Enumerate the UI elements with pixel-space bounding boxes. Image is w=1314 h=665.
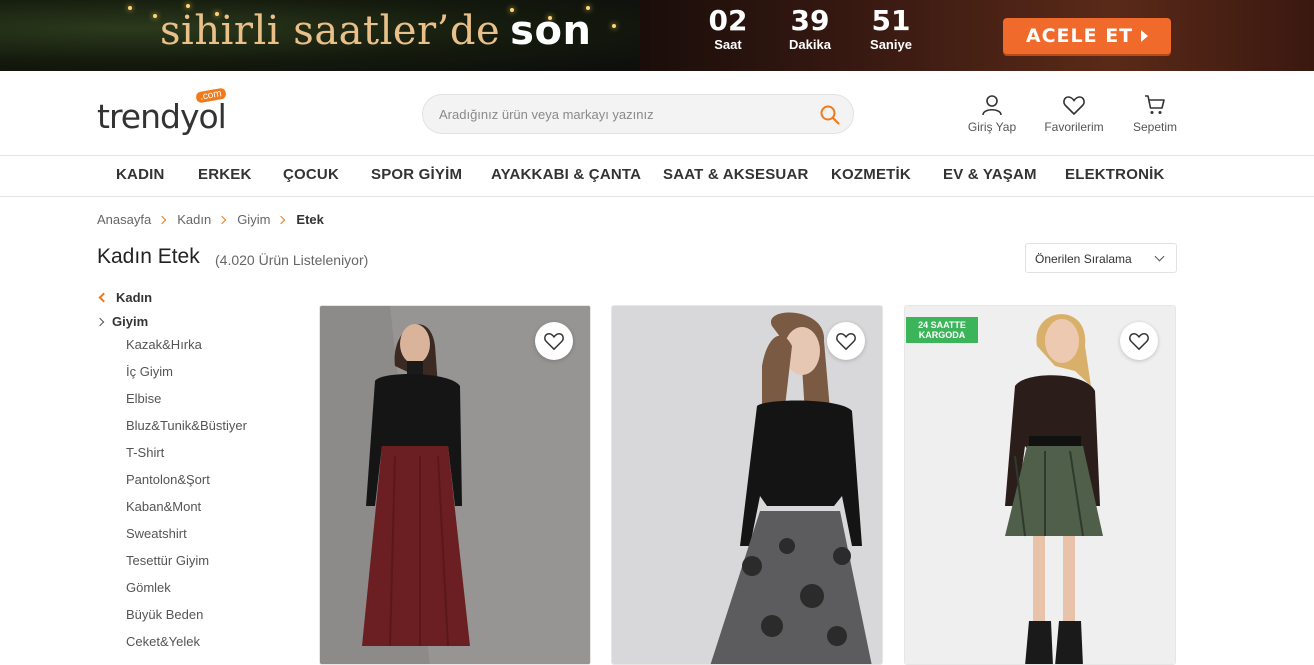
sidebar-item[interactable]: T-Shirt — [126, 445, 247, 472]
breadcrumb-current: Etek — [296, 212, 324, 227]
fast-delivery-badge: 24 SAATTE KARGODA — [906, 317, 978, 343]
sidebar-current-category[interactable]: Giyim — [95, 314, 149, 329]
chevron-right-icon — [277, 215, 286, 224]
countdown-seconds: 51 Saniye — [861, 5, 921, 53]
search-bar — [422, 94, 854, 134]
add-to-favorites-button[interactable] — [827, 322, 865, 360]
user-icon — [982, 95, 1002, 116]
chevron-left-icon — [98, 292, 109, 303]
product-count: (4.020 Ürün Listeleniyor) — [215, 252, 369, 268]
countdown-minutes: 39 Dakika — [780, 5, 840, 53]
sidebar-item[interactable]: Bluz&Tunik&Büstiyer — [126, 418, 247, 445]
countdown-label: Dakika — [789, 37, 831, 52]
breadcrumb: Anasayfa Kadın Giyim Etek — [97, 212, 324, 227]
site-header: trendyol .com Giriş Yap Favorilerim Sepe… — [0, 71, 1314, 156]
sidebar-parent-category[interactable]: Kadın — [97, 290, 152, 305]
countdown-value: 51 — [871, 4, 911, 37]
sidebar-item[interactable]: Kaban&Mont — [126, 499, 247, 526]
chevron-right-icon — [95, 317, 105, 326]
light-decoration — [153, 14, 157, 18]
login-label: Giriş Yap — [967, 120, 1017, 134]
nav-item-saat-aksesuar[interactable]: SAAT & AKSESUAR — [663, 166, 809, 183]
sort-selected-value: Önerilen Sıralama — [1035, 252, 1132, 266]
chevron-right-icon — [157, 215, 167, 224]
heart-icon — [1129, 332, 1149, 351]
sidebar-subcategory-list: Kazak&Hırka İç Giyim Elbise Bluz&Tunik&B… — [126, 337, 247, 661]
nav-item-spor-giyim[interactable]: SPOR GİYİM — [371, 166, 462, 183]
product-card[interactable]: 24 SAATTE KARGODA — [904, 305, 1176, 665]
nav-item-kozmetik[interactable]: KOZMETİK — [831, 166, 911, 183]
favorites-label: Favorilerim — [1044, 120, 1104, 134]
product-card[interactable] — [611, 305, 883, 665]
banner-title-bold: son — [510, 8, 592, 54]
sidebar-item[interactable]: Büyük Beden — [126, 607, 247, 634]
countdown-label: Saat — [714, 37, 742, 52]
sidebar-item[interactable]: Sweatshirt — [126, 526, 247, 553]
nav-item-ev-yasam[interactable]: EV & YAŞAM — [943, 166, 1037, 183]
countdown-value: 39 — [790, 4, 830, 37]
product-image — [320, 306, 590, 664]
sidebar-item[interactable]: Elbise — [126, 391, 247, 418]
add-to-favorites-button[interactable] — [1120, 322, 1158, 360]
product-card[interactable] — [319, 305, 591, 665]
banner-title-script: sihirli saatler’de — [160, 8, 501, 54]
nav-item-elektronik[interactable]: ELEKTRONİK — [1065, 166, 1165, 183]
light-decoration — [612, 24, 616, 28]
search-input[interactable] — [439, 95, 809, 133]
sidebar-parent-label: Kadın — [116, 290, 153, 305]
trendyol-logo[interactable]: trendyol — [97, 97, 227, 136]
cart-label: Sepetim — [1132, 120, 1178, 134]
sidebar-item[interactable]: Kazak&Hırka — [126, 337, 247, 364]
chevron-right-icon — [217, 215, 227, 224]
cart-link[interactable]: Sepetim — [1130, 93, 1180, 134]
promo-banner[interactable]: sihirli saatler’de son 02 Saat 39 Dakika … — [0, 0, 1314, 71]
product-image — [612, 306, 882, 664]
nav-item-cocuk[interactable]: ÇOCUK — [283, 166, 339, 183]
countdown-value: 02 — [708, 4, 748, 37]
breadcrumb-item[interactable]: Giyim — [237, 212, 270, 227]
sidebar-item[interactable]: İç Giyim — [126, 364, 247, 391]
countdown-label: Saniye — [870, 37, 912, 52]
sidebar-item[interactable]: Tesettür Giyim — [126, 553, 247, 580]
arrow-right-icon — [1141, 30, 1149, 42]
sidebar-item[interactable]: Pantolon&Şort — [126, 472, 247, 499]
banner-title: sihirli saatler’de son — [160, 8, 591, 54]
nav-item-erkek[interactable]: ERKEK — [198, 166, 252, 183]
sidebar-item[interactable]: Gömlek — [126, 580, 247, 607]
add-to-favorites-button[interactable] — [535, 322, 573, 360]
category-nav: KADIN ERKEK ÇOCUK SPOR GİYİM AYAKKABI & … — [0, 156, 1314, 197]
heart-icon — [836, 332, 856, 351]
breadcrumb-item[interactable]: Anasayfa — [97, 212, 151, 227]
cart-icon — [1145, 95, 1165, 114]
breadcrumb-item[interactable]: Kadın — [177, 212, 211, 227]
sidebar-current-label: Giyim — [112, 314, 149, 329]
heart-icon — [1063, 96, 1085, 116]
heart-icon — [544, 332, 564, 351]
nav-item-ayakkabi-canta[interactable]: AYAKKABI & ÇANTA — [491, 166, 641, 183]
login-link[interactable]: Giriş Yap — [966, 93, 1018, 134]
countdown-hours: 02 Saat — [698, 5, 758, 53]
nav-item-kadin[interactable]: KADIN — [116, 166, 165, 183]
favorites-link[interactable]: Favorilerim — [1041, 93, 1107, 134]
hurry-button[interactable]: ACELE ET — [1003, 18, 1171, 54]
chevron-down-icon — [1154, 251, 1165, 262]
hurry-button-label: ACELE ET — [1025, 25, 1134, 47]
light-decoration — [128, 6, 132, 10]
sort-dropdown[interactable]: Önerilen Sıralama — [1025, 243, 1177, 273]
page-title: Kadın Etek — [97, 245, 200, 268]
product-image — [905, 306, 1175, 664]
search-icon[interactable] — [819, 104, 841, 126]
